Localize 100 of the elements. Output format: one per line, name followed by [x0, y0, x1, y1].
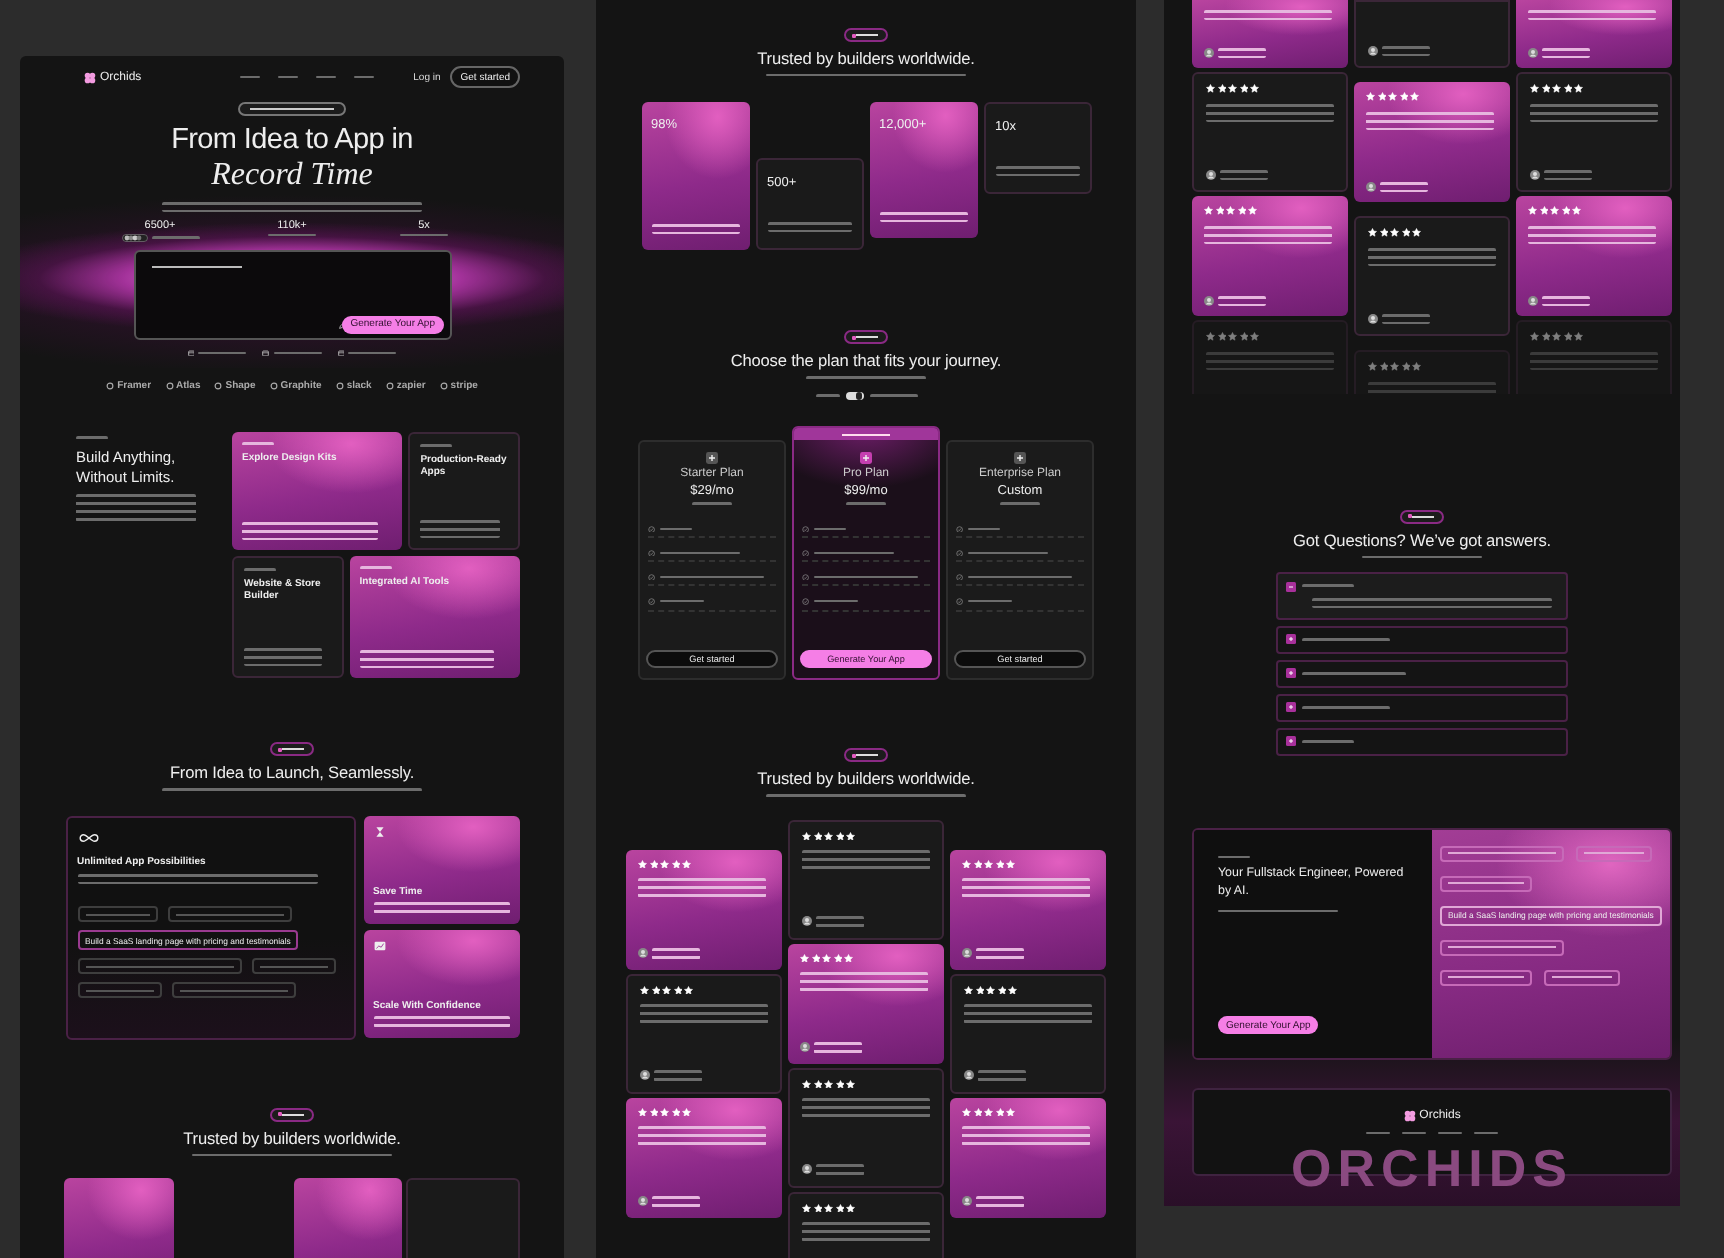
prompt-chip[interactable]	[167, 906, 291, 923]
faq-item[interactable]	[1276, 659, 1568, 688]
avatar-icon	[1528, 47, 1538, 58]
check-icon	[648, 525, 656, 533]
faq-item[interactable]	[1276, 572, 1568, 620]
check-icon	[802, 597, 810, 606]
avatar-icon	[1204, 47, 1214, 58]
billing-toggle[interactable]	[845, 391, 863, 401]
blurred-text	[654, 1070, 702, 1082]
popular-ribbon	[794, 428, 938, 441]
prompt-chip[interactable]	[1576, 845, 1652, 862]
prompt-chip[interactable]	[1440, 939, 1564, 956]
infinity-icon	[77, 831, 99, 844]
section-badge	[270, 1107, 314, 1122]
avatar-icon	[638, 1196, 648, 1207]
check-icon	[648, 573, 656, 581]
blurred-text	[814, 1042, 862, 1054]
section-title: From Idea to Launch, Seamlessly.	[169, 762, 415, 783]
plus-icon	[706, 452, 718, 465]
nav-link[interactable]	[240, 75, 261, 79]
hero-title: From Idea to App in	[171, 126, 413, 158]
logo-mark-icon	[214, 382, 223, 391]
section-title: Trusted by builders worldwide.	[757, 48, 975, 68]
logo-mark-icon	[106, 382, 115, 391]
avatar-icon	[800, 1042, 810, 1053]
hero-title-accent: Record Time	[211, 157, 373, 194]
blurred-text	[1380, 181, 1428, 192]
avatar-icon	[1528, 295, 1538, 306]
check-icon	[802, 525, 810, 533]
logo-mark-icon	[439, 382, 448, 391]
minus-icon	[1286, 581, 1296, 592]
section-title: Trusted by builders worldwide.	[757, 768, 975, 789]
window-icon	[187, 349, 195, 357]
prompt-chip[interactable]	[77, 958, 241, 975]
footer-link[interactable]	[1474, 1131, 1498, 1135]
hourglass-icon	[373, 825, 385, 838]
avatar-icon	[962, 1196, 972, 1207]
footer-link[interactable]	[1438, 1131, 1462, 1135]
blurred-text	[1542, 295, 1590, 306]
blurred-text	[1542, 47, 1590, 58]
footer-link[interactable]	[1366, 1131, 1390, 1135]
wordmark: ORCHIDS	[1289, 1142, 1575, 1194]
plus-icon	[1014, 452, 1026, 465]
avatar-icon	[1530, 169, 1540, 180]
blurred-text	[816, 1164, 864, 1176]
blurred-text	[1544, 169, 1592, 180]
footer-link[interactable]	[1402, 1131, 1426, 1135]
avatar-icon	[802, 916, 812, 927]
faq-item[interactable]	[1276, 727, 1568, 756]
window-icon	[262, 349, 270, 357]
prompt-chip[interactable]	[171, 982, 295, 999]
nav-link[interactable]	[278, 75, 299, 79]
avatar-icon	[802, 1164, 812, 1175]
section-badge	[844, 748, 888, 763]
faq-item[interactable]	[1276, 625, 1568, 654]
logo-mark-icon	[165, 382, 174, 391]
prompt-chip[interactable]	[251, 958, 335, 975]
blurred-text	[976, 948, 1024, 960]
check-icon	[956, 573, 964, 581]
section-title: Got Questions? We’ve got answers.	[1293, 529, 1551, 550]
check-icon	[956, 597, 964, 606]
blurred-text	[816, 916, 864, 928]
check-icon	[802, 573, 810, 581]
avatar-icon	[1366, 181, 1376, 192]
plus-icon	[1286, 668, 1296, 679]
avatar-icon	[640, 1070, 650, 1081]
avatar-icon	[638, 948, 648, 959]
prompt-field[interactable]	[133, 249, 451, 340]
blurred-text	[373, 1016, 509, 1028]
avatar-icon	[962, 948, 972, 959]
avatar-icon	[1368, 313, 1378, 324]
flower-icon	[84, 71, 96, 83]
window-icon	[337, 349, 345, 357]
section-badge	[270, 742, 314, 757]
blurred-text	[1382, 45, 1430, 56]
prompt-chip[interactable]	[77, 982, 161, 999]
plus-icon	[1286, 736, 1296, 747]
section-badge	[844, 330, 888, 345]
prompt-chip[interactable]	[77, 906, 157, 923]
plus-icon	[860, 452, 872, 465]
prompt-chip[interactable]	[1440, 969, 1532, 986]
check-icon	[802, 549, 810, 557]
blurred-text	[1220, 169, 1268, 180]
prompt-chip[interactable]	[1544, 969, 1620, 986]
prompt-chip[interactable]	[1440, 875, 1532, 892]
avatar-icon	[1204, 295, 1214, 306]
avatar-icon	[964, 1070, 974, 1081]
nav-link[interactable]	[316, 75, 337, 79]
nav-link[interactable]	[354, 75, 375, 79]
blurred-text	[1218, 47, 1266, 58]
faq-item[interactable]	[1276, 693, 1568, 722]
plus-icon	[1286, 702, 1296, 713]
logo-mark-icon	[385, 382, 394, 391]
prompt-chip[interactable]	[1440, 845, 1564, 862]
section-title: Choose the plan that fits your journey.	[730, 350, 1002, 371]
check-icon	[956, 549, 964, 557]
logo-mark-icon	[269, 382, 278, 391]
check-icon	[648, 549, 656, 557]
blurred-text	[652, 948, 700, 960]
section-badge	[844, 28, 888, 42]
